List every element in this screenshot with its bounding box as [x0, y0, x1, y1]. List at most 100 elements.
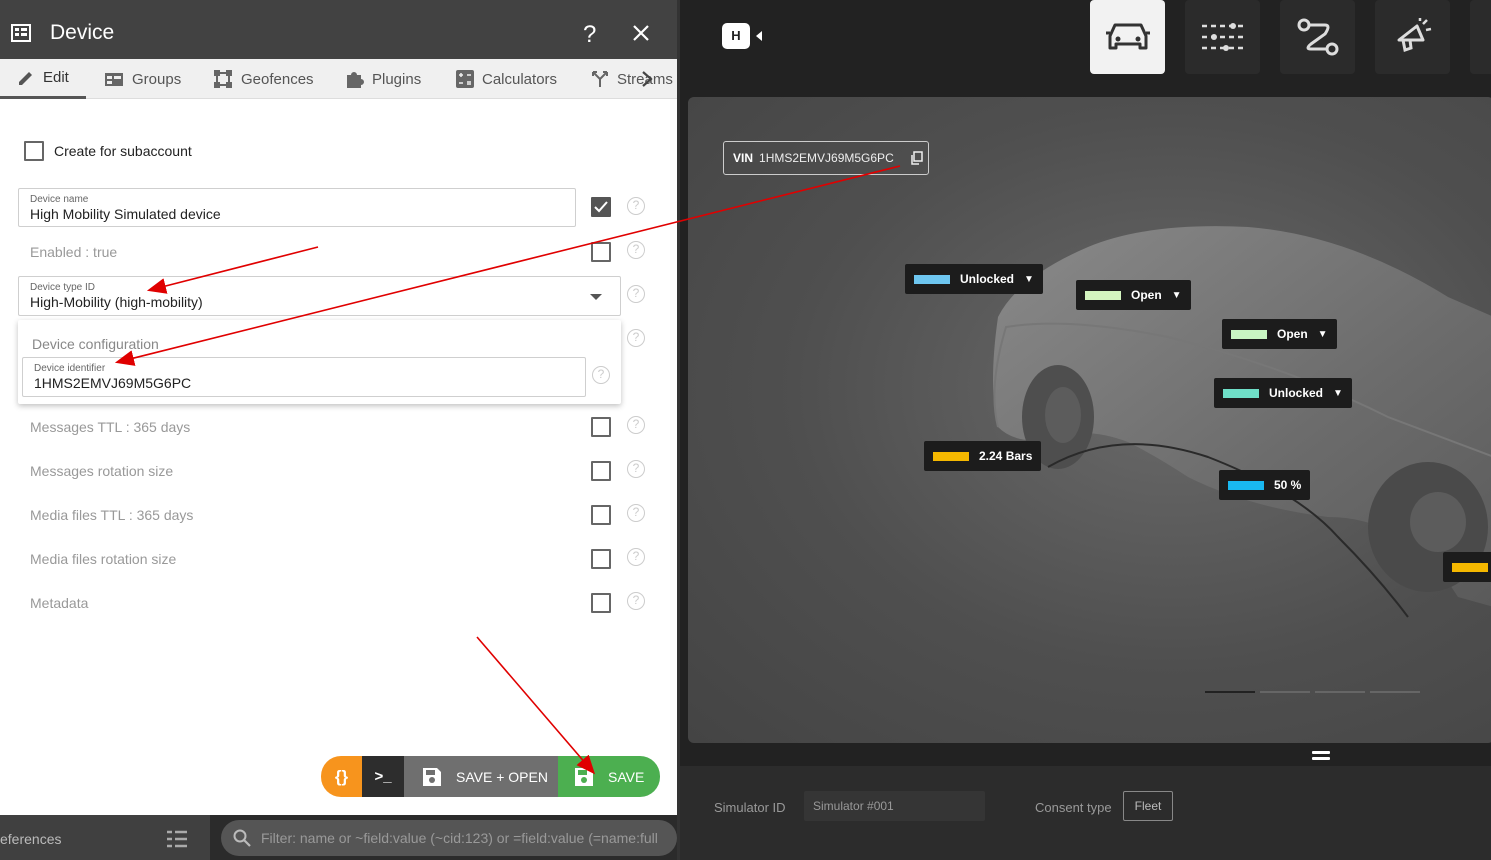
simulator-settings: Simulator ID Simulator #001 Consent type…: [680, 766, 1491, 860]
window-open-tag[interactable]: Open ▼: [1222, 319, 1337, 349]
help-icon[interactable]: ?: [627, 329, 645, 347]
media-rotation-checkbox[interactable]: [591, 549, 611, 569]
dialog-tabs: Edit Groups Geofences Plugins Calculator…: [0, 59, 677, 99]
tag-label: 2.24 Bars: [979, 449, 1033, 463]
pencil-icon: [19, 71, 32, 85]
caret-left-icon[interactable]: [756, 31, 762, 41]
partial-tag[interactable]: [1443, 552, 1491, 582]
field-value: High-Mobility (high-mobility): [30, 294, 203, 310]
copy-icon[interactable]: [910, 151, 924, 165]
device-configuration-card: Device configuration Device identifier 1…: [18, 320, 621, 404]
tab-plugins[interactable]: Plugins: [344, 59, 421, 99]
tab-calculators[interactable]: Calculators: [456, 59, 557, 99]
media-ttl-label: Media files TTL : 365 days: [30, 507, 194, 523]
close-icon[interactable]: [632, 24, 650, 47]
status-swatch: [933, 451, 969, 461]
status-swatch: [1223, 388, 1259, 398]
device-type-select[interactable]: Device type ID High-Mobility (high-mobil…: [18, 276, 621, 316]
save-button[interactable]: SAVE: [558, 756, 660, 797]
pager-dot-active[interactable]: [1205, 691, 1255, 693]
field-value: 1HMS2EMVJ69M5G6PC: [34, 375, 192, 391]
trunk-lock-tag[interactable]: Unlocked ▼: [1214, 378, 1352, 408]
status-swatch: [1452, 562, 1488, 572]
fuel-level-tag[interactable]: 50 %: [1219, 470, 1311, 500]
device-name-checkbox[interactable]: [591, 197, 611, 217]
chevron-right-icon[interactable]: [640, 69, 654, 94]
save-label: SAVE: [608, 768, 645, 785]
route-icon: [1297, 18, 1338, 56]
list-icon[interactable]: [166, 830, 188, 853]
field-label: Device type ID: [30, 282, 96, 293]
create-subaccount-checkbox[interactable]: [24, 141, 44, 161]
help-icon[interactable]: ?: [627, 548, 645, 566]
brand-logo[interactable]: H: [722, 23, 750, 49]
nav-horn[interactable]: [1375, 0, 1450, 74]
car-icon: [1105, 23, 1150, 50]
messages-ttl-checkbox[interactable]: [591, 417, 611, 437]
vin-badge: VIN 1HMS2EMVJ69M5G6PC: [723, 141, 929, 175]
groups-icon: [105, 73, 123, 86]
media-rotation-label: Media files rotation size: [30, 551, 177, 567]
help-icon[interactable]: ?: [627, 416, 645, 434]
nav-route[interactable]: [1280, 0, 1355, 74]
device-identifier-field[interactable]: Device identifier 1HMS2EMVJ69M5G6PC: [22, 357, 586, 397]
pager-dot[interactable]: [1315, 691, 1365, 693]
help-icon[interactable]: ?: [627, 197, 645, 215]
chevron-down-icon[interactable]: [590, 294, 602, 300]
tab-streams[interactable]: Streams: [591, 59, 673, 99]
tab-geofences[interactable]: Geofences: [213, 59, 314, 99]
messages-rotation-checkbox[interactable]: [591, 461, 611, 481]
tab-edit[interactable]: Edit: [0, 59, 86, 99]
puzzle-icon: [347, 72, 364, 88]
field-label: Device identifier: [34, 363, 106, 374]
horn-icon: [1397, 18, 1431, 52]
device-dialog: Device ? Edit Groups Geofences Plugins C…: [0, 0, 677, 815]
calculator-icon: [456, 70, 474, 88]
save-open-button[interactable]: SAVE + OPEN: [404, 756, 558, 797]
terminal-button[interactable]: >_: [362, 756, 404, 797]
streams-icon: [592, 71, 608, 87]
tag-label: Open: [1131, 288, 1162, 302]
check-icon: [594, 201, 608, 213]
caret-down-icon: ▼: [1171, 289, 1182, 301]
device-name-field[interactable]: Device name High Mobility Simulated devi…: [18, 188, 576, 227]
tag-label: 50 %: [1274, 478, 1302, 492]
metadata-checkbox[interactable]: [591, 593, 611, 613]
help-icon[interactable]: ?: [627, 592, 645, 610]
consent-type-label: Consent type: [1035, 800, 1112, 815]
simulator-id-label: Simulator ID: [714, 800, 786, 815]
help-icon[interactable]: ?: [627, 504, 645, 522]
sliders-icon: [1201, 23, 1244, 51]
caret-down-icon: ▼: [1024, 273, 1034, 285]
pager-dot[interactable]: [1260, 691, 1310, 693]
door-open-tag[interactable]: Open ▼: [1076, 280, 1191, 310]
tab-label: Plugins: [372, 70, 422, 88]
help-button[interactable]: ?: [583, 21, 596, 49]
help-icon[interactable]: ?: [627, 460, 645, 478]
nav-vehicle[interactable]: [1090, 0, 1165, 74]
help-icon[interactable]: ?: [627, 241, 645, 259]
nav-more[interactable]: [1470, 0, 1491, 74]
tab-groups[interactable]: Groups: [104, 59, 181, 99]
messages-rotation-label: Messages rotation size: [30, 463, 174, 479]
nav-settings[interactable]: [1185, 0, 1260, 74]
help-icon[interactable]: ?: [627, 285, 645, 303]
json-button[interactable]: {}: [321, 756, 362, 797]
caret-down-icon: ▼: [1317, 328, 1328, 340]
enabled-checkbox[interactable]: [591, 242, 611, 262]
consent-type-button[interactable]: Fleet: [1123, 791, 1173, 821]
simulator-id-field[interactable]: Simulator #001: [804, 791, 985, 821]
references-tab[interactable]: eferences: [0, 831, 61, 847]
config-title: Device configuration: [32, 336, 159, 352]
search-icon: [233, 829, 251, 852]
pager-dot[interactable]: [1370, 691, 1420, 693]
door-lock-tag[interactable]: Unlocked ▼: [905, 264, 1043, 294]
tab-label: Geofences: [241, 70, 314, 88]
simulator-panel: H VIN 1HMS2EMVJ69M5G6PC Unlocked ▼ Open …: [677, 0, 1491, 860]
tire-pressure-tag[interactable]: 2.24 Bars: [924, 441, 1042, 471]
vin-value: 1HMS2EMVJ69M5G6PC: [759, 151, 894, 165]
drag-handle-icon[interactable]: [1312, 751, 1330, 761]
help-icon[interactable]: ?: [592, 366, 610, 384]
filter-input[interactable]: [261, 820, 677, 856]
media-ttl-checkbox[interactable]: [591, 505, 611, 525]
